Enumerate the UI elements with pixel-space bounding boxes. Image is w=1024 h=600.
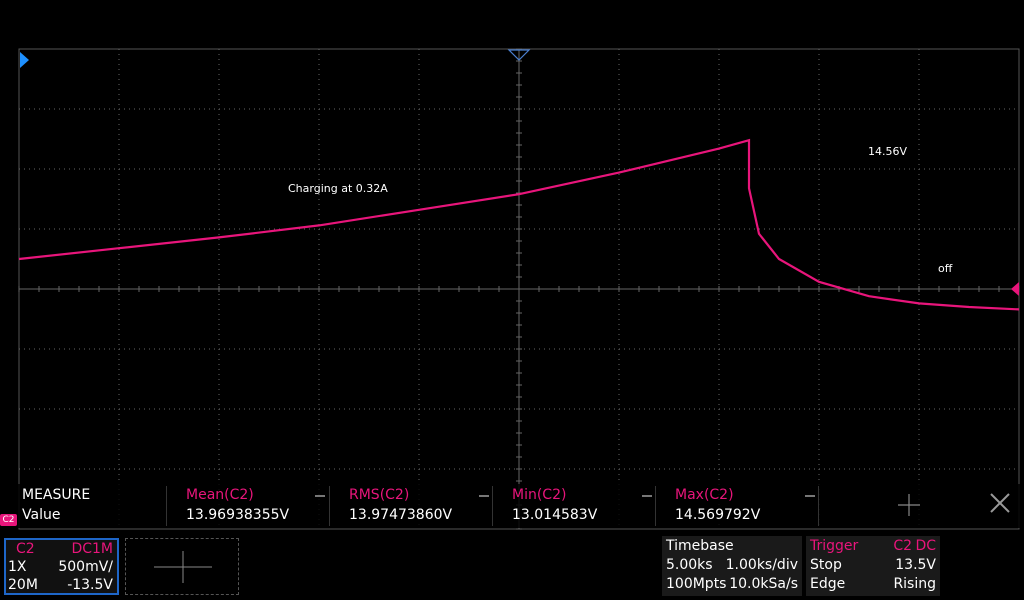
trigger-slope: Rising (893, 576, 936, 592)
measure-max-remove-icon[interactable] (805, 495, 815, 497)
measure-divider (492, 486, 493, 526)
measure-mean-remove-icon[interactable] (315, 495, 325, 497)
measure-panel[interactable]: MEASURE Value Mean(C2) 13.96938355V RMS(… (18, 484, 1020, 528)
channel-tag: C2 (0, 514, 17, 526)
channel-row: C2 DC1M (6, 540, 117, 559)
measure-divider (329, 486, 330, 526)
trigger-mode: Stop (810, 557, 842, 573)
timebase-delay: 5.00ks (666, 557, 713, 573)
channel-coupling: DC1M (71, 541, 113, 557)
channel-probe: 1X (8, 559, 27, 575)
measure-row-label: Value (22, 507, 61, 523)
measure-min-label[interactable]: Min(C2) (512, 487, 566, 503)
annotation-peak: 14.56V (868, 145, 907, 158)
measure-min-remove-icon[interactable] (642, 495, 652, 497)
measure-max-label[interactable]: Max(C2) (675, 487, 734, 503)
channel-row: 20M -13.5V (6, 576, 117, 595)
channel-scale: 500mV/ (58, 559, 113, 575)
timebase-panel[interactable]: Timebase 5.00ks 1.00ks/div 100Mpts 10.0k… (662, 536, 802, 596)
measure-min-value: 13.014583V (512, 507, 598, 523)
trigger-coupling: DC (915, 538, 936, 554)
trigger-title: Trigger (810, 538, 859, 554)
measure-rms-remove-icon[interactable] (479, 495, 489, 497)
measure-divider (166, 486, 167, 526)
trigger-source: C2 (893, 538, 912, 554)
measure-mean-label[interactable]: Mean(C2) (186, 487, 254, 503)
channel-offset: -13.5V (67, 577, 113, 593)
trigger-type: Edge (810, 576, 846, 592)
channel-name: C2 (16, 541, 35, 557)
channel-c2-box[interactable]: C2 DC1M 1X 500mV/ 20M -13.5V (4, 538, 119, 595)
measure-divider (818, 486, 819, 526)
channel-bandwidth: 20M (8, 577, 38, 593)
measure-max-value: 14.569792V (675, 507, 761, 523)
measure-mean-value: 13.96938355V (186, 507, 290, 523)
trigger-level: 13.5V (895, 557, 936, 573)
measure-rms-value: 13.97473860V (349, 507, 453, 523)
timebase-sample-rate: 10.0kSa/s (729, 576, 798, 592)
add-channel-icon (154, 551, 212, 583)
close-icon[interactable] (988, 491, 1012, 515)
add-channel-box[interactable] (125, 538, 239, 595)
timebase-scale: 1.00ks/div (725, 557, 798, 573)
measure-rms-label[interactable]: RMS(C2) (349, 487, 409, 503)
add-measure-icon[interactable] (896, 492, 922, 518)
timebase-title: Timebase (666, 538, 734, 554)
channel-row: 1X 500mV/ (6, 558, 117, 577)
annotation-off: off (938, 262, 953, 275)
timebase-memory: 100Mpts (666, 576, 727, 592)
trigger-panel[interactable]: Trigger C2 DC Stop 13.5V Edge Rising (806, 536, 940, 596)
measure-title: MEASURE (22, 487, 91, 503)
annotation-charging: Charging at 0.32A (288, 182, 388, 195)
measure-divider (655, 486, 656, 526)
